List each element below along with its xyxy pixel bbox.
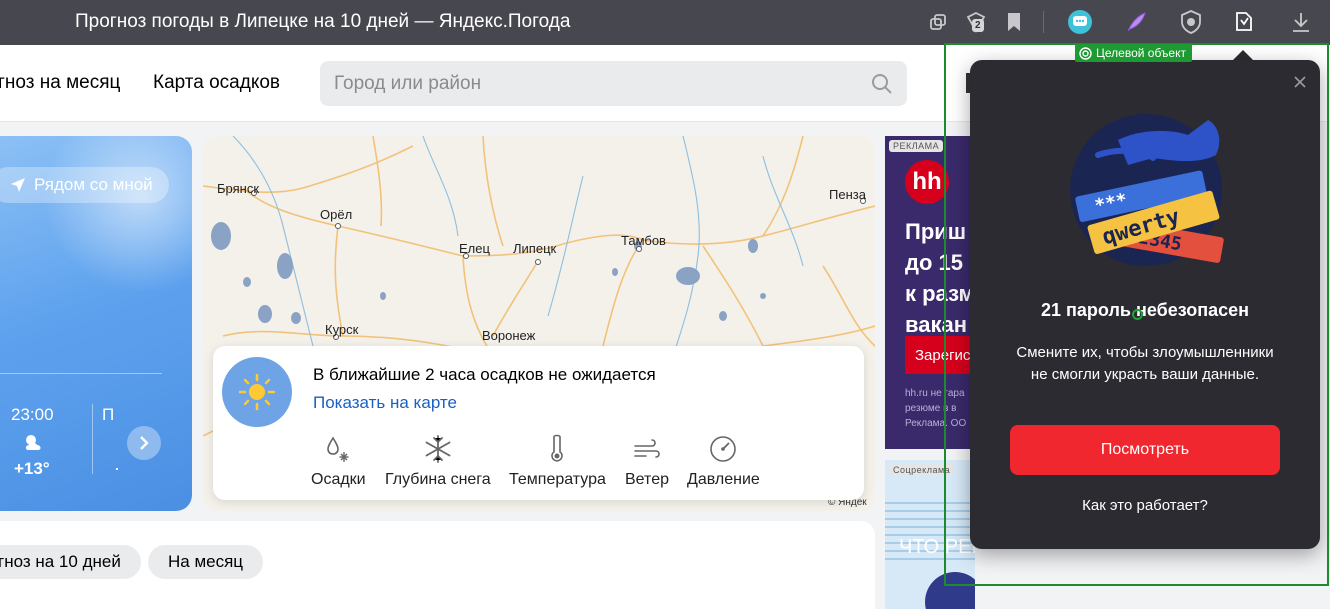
chevron-right-icon xyxy=(140,436,149,450)
messenger-icon[interactable] xyxy=(1067,9,1093,35)
protect-icon[interactable] xyxy=(1178,9,1204,35)
precip-message: В ближайшие 2 часа осадков не ожидается xyxy=(313,365,656,384)
page-title: Прогноз погоды в Липецке на 10 дней — Ян… xyxy=(75,11,571,32)
layer-snow-depth[interactable]: Глубина снега xyxy=(385,433,491,489)
pressure-gauge-icon xyxy=(687,433,760,465)
map-city-label: Тамбов xyxy=(621,233,666,248)
layer-label: Ветер xyxy=(625,471,669,488)
map-city-label: Курск xyxy=(325,322,359,337)
map-city-label: Воронеж xyxy=(482,328,536,343)
bookmark-icon[interactable] xyxy=(1001,9,1027,35)
wind-icon xyxy=(625,433,669,465)
next-hour-label: П xyxy=(102,405,115,424)
nav-month-forecast[interactable]: гноз на месяц xyxy=(0,72,120,94)
near-me-label: Рядом со мной xyxy=(34,175,153,194)
city-search[interactable] xyxy=(320,61,907,106)
alice-feather-icon[interactable] xyxy=(1123,9,1149,35)
ad-label: РЕКЛАМА xyxy=(889,140,944,152)
collections-icon[interactable] xyxy=(925,9,951,35)
current-weather-card: Рядом со мной 23:00 +13° П xyxy=(0,136,192,511)
layer-pressure[interactable]: Давление xyxy=(687,433,760,489)
target-label: Целевой объект xyxy=(1075,44,1192,62)
show-on-map-link[interactable]: Показать на карте xyxy=(313,393,457,413)
snowflake-icon xyxy=(385,433,491,465)
forecast-section: гноз на 10 дней На месяц xyxy=(0,521,875,609)
divider xyxy=(0,373,162,374)
tab-month[interactable]: На месяц xyxy=(148,545,264,579)
layer-temperature[interactable]: Температура xyxy=(509,433,606,489)
browser-titlebar: Прогноз погоды в Липецке на 10 дней — Ян… xyxy=(0,0,1330,45)
hh-logo: hh xyxy=(905,160,949,204)
hour-divider xyxy=(92,404,93,474)
tabs-count-badge: 2 xyxy=(972,19,984,32)
location-arrow-icon xyxy=(11,178,25,192)
hour-time: 23:00 xyxy=(11,405,54,424)
hour-temperature: +13° xyxy=(14,459,50,478)
precipitation-info: В ближайшие 2 часа осадков не ожидается … xyxy=(213,346,864,500)
target-label-text: Целевой объект xyxy=(1096,46,1186,60)
map-city-label: Брянск xyxy=(217,181,260,196)
near-me-button[interactable]: Рядом со мной xyxy=(0,167,169,203)
password-manager-icon[interactable] xyxy=(1231,9,1257,35)
hours-next-button[interactable] xyxy=(127,426,161,460)
toolbar-divider xyxy=(1043,11,1044,33)
search-input[interactable] xyxy=(334,61,854,106)
next-hour-dot xyxy=(116,468,118,470)
map-city-label: Липецк xyxy=(513,241,557,256)
map-city-label: Елец xyxy=(459,241,490,256)
precipitation-icon xyxy=(311,433,366,465)
layer-label: Температура xyxy=(509,471,606,488)
search-icon[interactable] xyxy=(871,73,893,100)
thermometer-icon xyxy=(509,433,606,465)
target-icon xyxy=(1079,46,1092,60)
map-city-label: Пенза xyxy=(829,187,866,202)
nav-precip-map[interactable]: Карта осадков xyxy=(153,72,280,94)
layer-precipitation[interactable]: Осадки xyxy=(311,433,366,489)
sun-glow xyxy=(30,136,192,296)
map-city-label: Орёл xyxy=(320,207,353,222)
layer-label: Давление xyxy=(687,471,760,488)
sun-icon xyxy=(222,357,292,427)
download-icon[interactable] xyxy=(1288,9,1314,35)
tab-10-days[interactable]: гноз на 10 дней xyxy=(0,545,141,579)
cursor-marker xyxy=(1132,309,1143,320)
layer-label: Осадки xyxy=(311,471,366,488)
layer-label: Глубина снега xyxy=(385,471,491,488)
partly-cloudy-night-icon xyxy=(22,433,46,458)
layer-wind[interactable]: Ветер xyxy=(625,433,669,489)
